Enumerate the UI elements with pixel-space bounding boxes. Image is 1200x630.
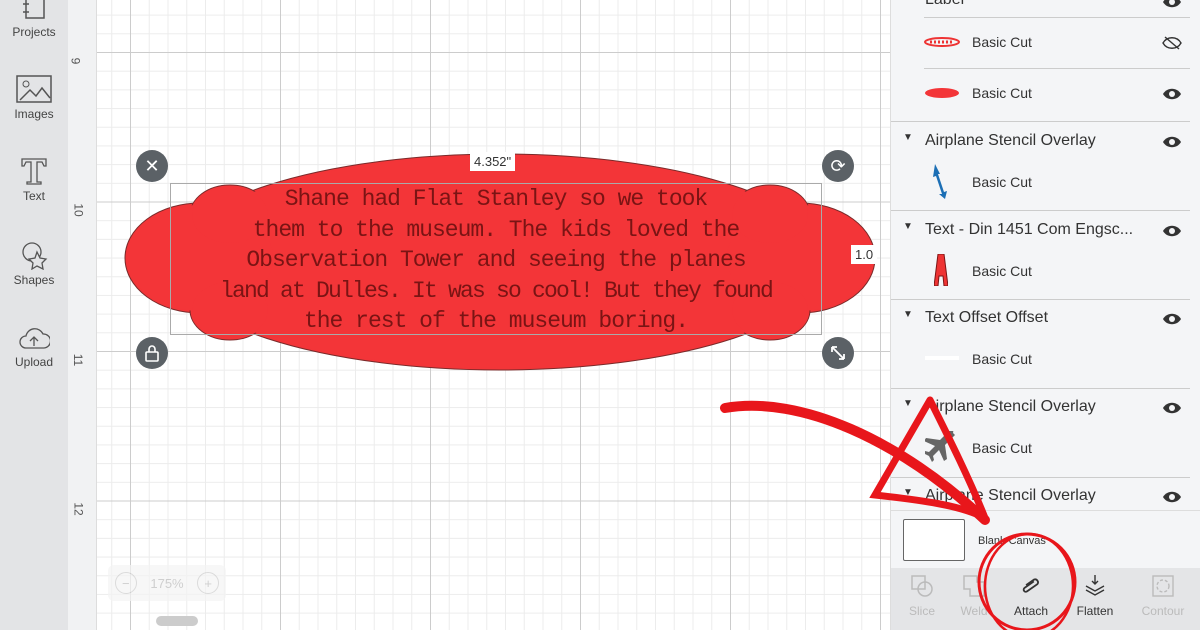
eye-icon[interactable] (1162, 87, 1182, 101)
eye-icon[interactable] (1162, 490, 1182, 504)
eye-hidden-icon[interactable] (1162, 36, 1182, 50)
paperclip-icon (1022, 578, 1039, 593)
layer-name[interactable]: Basic Cut (972, 351, 1032, 367)
horizontal-scrollbar[interactable] (156, 616, 198, 626)
eye-icon[interactable] (1162, 224, 1182, 238)
close-icon: ✕ (144, 155, 160, 176)
flatten-icon (1085, 575, 1105, 596)
zoom-out-button[interactable]: − (114, 572, 137, 594)
width-dimension: 4.352" (470, 152, 516, 171)
layer-thumbnail-offset (925, 356, 959, 360)
layer-name[interactable]: Basic Cut (972, 85, 1032, 101)
airplane-icon (925, 431, 955, 462)
zoom-level: 175% (150, 575, 184, 591)
rotate-icon: ⟳ (830, 155, 846, 176)
zoom-in-button[interactable]: + (197, 572, 220, 594)
resize-handle[interactable] (822, 337, 854, 369)
slice-icon (911, 575, 933, 597)
zoom-control: − 175% + (108, 565, 226, 601)
eye-icon[interactable] (1162, 0, 1182, 9)
resize-icon (831, 346, 845, 360)
lock-icon (145, 345, 159, 362)
delete-handle[interactable]: ✕ (136, 150, 168, 182)
height-dimension: 1.0 (851, 245, 878, 264)
text-phrase[interactable]: Shane had Flat Stanley so we took them t… (170, 183, 822, 335)
layer-thumbnail-outline (924, 37, 960, 47)
layer-thumbnail-shape (925, 88, 959, 98)
layer-thumbnail-letter (934, 254, 948, 286)
layer-name[interactable]: Basic Cut (972, 440, 1032, 456)
contour-icon (1152, 575, 1174, 597)
eye-icon[interactable] (1162, 312, 1182, 326)
canvas-swatch[interactable] (903, 519, 965, 561)
layer-name[interactable]: Basic Cut (972, 263, 1032, 279)
eye-icon[interactable] (1162, 135, 1182, 149)
weld-button[interactable]: Weld (943, 568, 1005, 630)
eye-icon[interactable] (1162, 401, 1182, 415)
lock-handle[interactable] (136, 337, 168, 369)
weld-icon (963, 575, 985, 597)
blank-canvas-row[interactable]: Blank Canvas (891, 510, 1200, 568)
flatten-button[interactable]: Flatten (1064, 568, 1126, 630)
layer-name[interactable]: Basic Cut (972, 174, 1032, 190)
layers-panel: ▼Label Basic Cut Basic Cut ▼Airplane Ste… (890, 0, 1200, 630)
blank-canvas-label: Blank Canvas (978, 535, 1046, 547)
contour-button[interactable]: Contour (1132, 568, 1194, 630)
layer-thumbnail-arrow (933, 164, 947, 199)
layer-name[interactable]: Basic Cut (972, 34, 1032, 50)
layer-toolbar: Slice Weld Attach Flatten Contour (891, 568, 1200, 630)
attach-button[interactable]: Attach (1000, 568, 1062, 630)
rotate-handle[interactable]: ⟳ (822, 150, 854, 182)
